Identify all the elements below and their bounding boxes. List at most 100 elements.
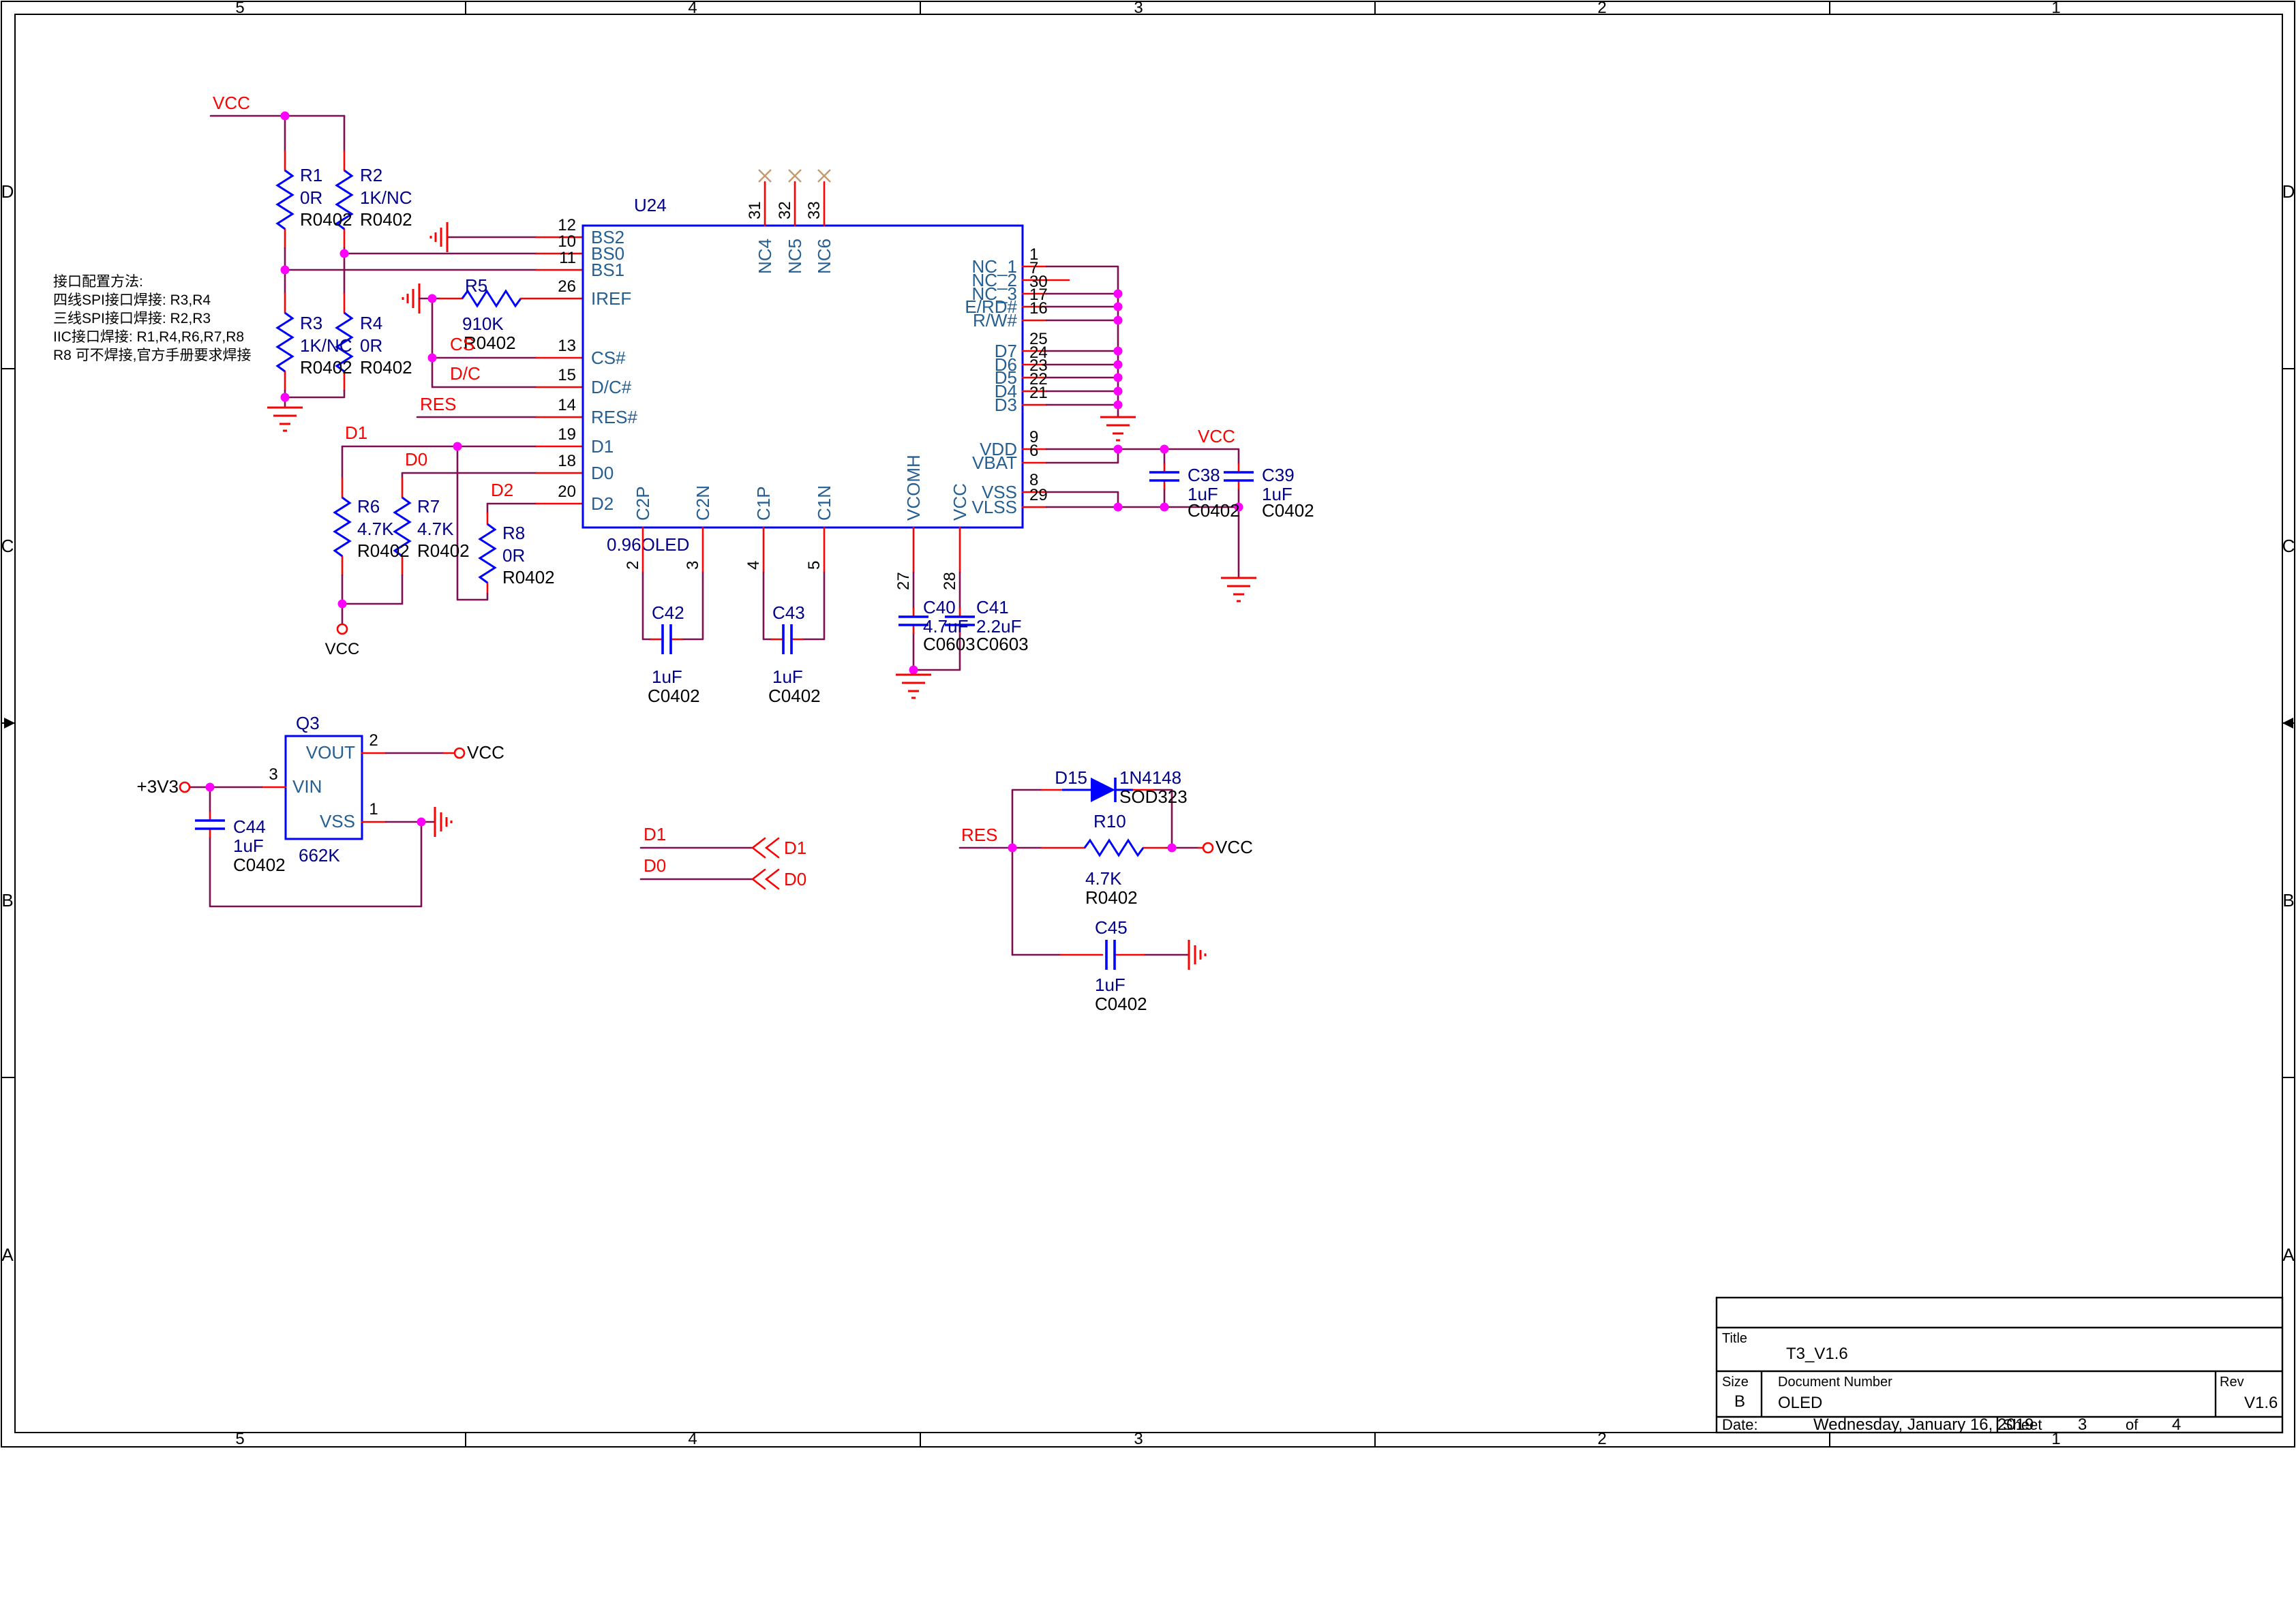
u24-pin-dc: D/C# (591, 377, 632, 397)
u24-pin3-num: 3 (684, 561, 702, 570)
r5-ref: R5 (465, 275, 487, 296)
offpage-chevron-d1b (766, 838, 779, 857)
nc-cross-31 (759, 170, 771, 182)
zone-right-d: D (2282, 181, 2295, 202)
u24-pin6-num: 6 (1029, 442, 1038, 460)
offpage-d1-netlabel: D1 (644, 824, 666, 844)
r4-value: 0R (360, 335, 382, 356)
u24-pin-nc5: NC5 (785, 239, 805, 274)
u24-pin27-num: 27 (894, 572, 913, 590)
u24-pin-c1n: C1N (814, 485, 834, 521)
q3-pin3-num: 3 (269, 765, 277, 784)
tb-of-label: of (2126, 1416, 2139, 1433)
c44-value: 1uF (233, 836, 264, 856)
u24-pin-vlss: VLSS (972, 497, 1018, 517)
c41-footprint: C0603 (976, 634, 1029, 654)
r2-value: 1K/NC (360, 187, 412, 208)
r1-footprint: R0402 (300, 209, 352, 230)
r6-ref: R6 (357, 496, 380, 517)
gnd-iref (403, 284, 419, 313)
net-label-d1: D1 (345, 423, 367, 443)
u24-pin26-num: 26 (558, 277, 576, 296)
zone-right-c: C (2282, 536, 2295, 556)
u24-ref: U24 (634, 195, 667, 215)
net-label-vcc-right: VCC (1198, 426, 1235, 446)
net-label-res-2: RES (961, 825, 997, 845)
vcc-port-circle-q3 (455, 748, 464, 758)
u24-pin32-num: 32 (776, 201, 794, 219)
c42-value: 1uF (652, 667, 682, 687)
nc-cross-32 (789, 170, 801, 182)
q3-value: 662K (299, 845, 340, 866)
zone-left-b: B (1, 890, 13, 911)
tb-title-label: Title (1722, 1331, 1747, 1346)
u24-pin14-num: 14 (558, 396, 576, 414)
capacitor-c45 (1106, 940, 1115, 970)
zone-right-a: A (2282, 1244, 2295, 1265)
tb-doc-label: Document Number (1778, 1375, 1892, 1390)
net-label-d2: D2 (491, 480, 513, 500)
note-line-4: IIC接口焊接: R1,R4,R6,R7,R8 (53, 329, 244, 345)
c41-ref: C41 (976, 597, 1009, 617)
r3-value: 1K/NC (300, 335, 352, 356)
capacitor-c38 (1149, 472, 1179, 480)
net-label-vcc-top: VCC (213, 93, 250, 113)
note-line-3: 三线SPI接口焊接: R2,R3 (53, 311, 211, 326)
u24-pin-c2p: C2P (633, 486, 653, 521)
tb-rev-label: Rev (2220, 1375, 2244, 1390)
r7-value: 4.7K (417, 519, 454, 539)
u24-pin31-num: 31 (746, 201, 764, 219)
u24-pin12-num: 12 (558, 216, 576, 234)
u24-pin-c2n: C2N (693, 485, 713, 521)
u24-pin-d3: D3 (995, 395, 1017, 415)
u24-pin19-num: 19 (558, 425, 576, 444)
u24-pin15-num: 15 (558, 366, 576, 384)
reset-network: RES VCC D15 1N4148 SOD323 R10 4.7K R0402… (960, 767, 1253, 1014)
title-block: Title T3_V1.6 Size B Document Number OLE… (1717, 1298, 2282, 1434)
c42-ref: C42 (652, 602, 684, 623)
resistor-r1 (277, 170, 292, 229)
vcc-port-circle-res (1203, 843, 1213, 853)
schematic-sheet: 5 4 3 2 1 5 4 3 2 1 D C B A D C B A 接口配置… (0, 0, 2296, 1622)
tb-rev: V1.6 (2244, 1394, 2278, 1412)
u24-pin20-num: 20 (558, 483, 576, 501)
u24-pin-res: RES# (591, 407, 637, 427)
r7-footprint: R0402 (417, 540, 470, 561)
vcc-port-label-pullups: VCC (325, 640, 360, 658)
c45-footprint: C0402 (1095, 994, 1147, 1014)
tb-sheet-num: 3 (2078, 1416, 2087, 1434)
q3-pin2-num: 2 (369, 731, 378, 750)
zone-left-c: C (1, 536, 14, 556)
net-label-d0: D0 (405, 449, 427, 470)
u24-pin-d0: D0 (591, 463, 614, 483)
c44-ref: C44 (233, 816, 266, 837)
capacitor-c42 (663, 624, 671, 654)
vcc-port-circle-pullups (337, 624, 347, 634)
zone-left-a: A (1, 1244, 14, 1265)
zone-top-5: 5 (235, 0, 244, 17)
gnd-q3 (435, 807, 451, 837)
d15-value: 1N4148 (1119, 767, 1181, 788)
u24-pin-d1: D1 (591, 436, 614, 457)
note-line-1: 接口配置方法: (53, 274, 143, 290)
tb-date: Wednesday, January 16, 2019 (1813, 1416, 2034, 1434)
u24-pin10-num: 10 (558, 232, 576, 251)
u24-pin-vcomh: VCOMH (903, 455, 924, 521)
tb-size-label: Size (1722, 1375, 1749, 1390)
q3-regulator: Q3 662K VCC +3V3 2 3 1 VOUT VIN VSS C44 … (137, 713, 504, 906)
net-label-cs: CS (450, 334, 474, 354)
resistor-r6 (335, 498, 350, 556)
u24-pin29-num: 29 (1029, 486, 1048, 504)
offpage-d0-netlabel: D0 (644, 855, 666, 876)
iref-cs-dc-res: R5 910K R0402 CS D/C RES (403, 275, 583, 417)
resistor-r8 (480, 524, 495, 583)
r10-ref: R10 (1093, 811, 1126, 831)
capacitor-c43 (783, 624, 791, 654)
tb-sheet-label: Sheet (2003, 1416, 2042, 1433)
tb-sheet-total: 4 (2172, 1416, 2181, 1434)
c40-footprint: C0603 (923, 634, 976, 654)
u24-pin-d2: D2 (591, 493, 614, 514)
u24-pin-c1p: C1P (753, 486, 774, 521)
r7-ref: R7 (417, 496, 440, 517)
net-label-dc: D/C (450, 363, 481, 384)
